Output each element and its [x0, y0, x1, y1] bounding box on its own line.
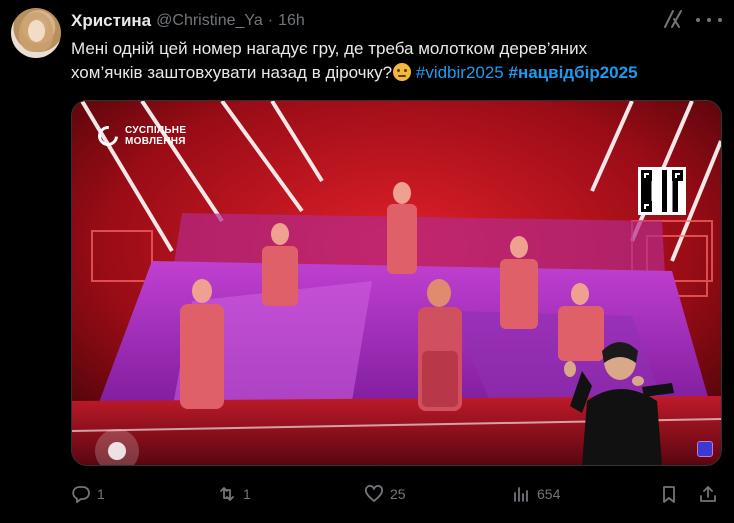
hashtag-natsvidbir[interactable]: #нацвідбір2025 [509, 63, 638, 82]
like-count: 25 [390, 486, 406, 502]
tweet-header: Христина @Christine_Ya · 16h [71, 10, 305, 32]
heart-icon [365, 485, 383, 502]
avatar-face [28, 20, 45, 42]
more-dot [696, 18, 700, 22]
tweet-text: Мені одній цей номер нагадує гру, де тре… [71, 37, 721, 85]
reply-button[interactable]: 1 [71, 480, 105, 508]
views-icon [514, 487, 528, 502]
repost-button[interactable]: 1 [217, 480, 251, 508]
thinking-face-icon [393, 63, 412, 81]
channel-badge-icon [697, 441, 713, 457]
broadcaster-logo: СУСПІЛЬНЕ МОВЛЕННЯ [93, 121, 187, 151]
author-name[interactable]: Христина [71, 11, 151, 31]
hashtag-vidbir[interactable]: #vidbir2025 [416, 63, 504, 82]
timestamp[interactable]: 16h [278, 12, 305, 30]
views-button[interactable]: 654 [511, 480, 560, 508]
logo-line1: СУСПІЛЬНЕ [125, 125, 187, 136]
broadcaster-logo-icon [93, 121, 123, 151]
more-options-icon[interactable] [696, 9, 722, 31]
views-count: 654 [537, 486, 561, 502]
like-button[interactable]: 25 [364, 480, 406, 508]
separator-dot: · [267, 12, 274, 29]
tweet-media-image[interactable]: СУСПІЛЬНЕ МОВЛЕННЯ [71, 100, 722, 466]
repost-count: 1 [243, 486, 251, 502]
tweet-text-line1: Мені одній цей номер нагадує гру, де тре… [71, 39, 588, 58]
tweet-text-line2: хом’ячків заштовхувати назад в дірочку? [71, 63, 393, 82]
reply-icon [72, 486, 90, 503]
share-button[interactable] [698, 480, 718, 508]
logo-line2: МОВЛЕННЯ [125, 136, 186, 147]
reply-count: 1 [97, 486, 105, 502]
action-bar: 1 1 25 654 [71, 480, 721, 508]
bookmark-button[interactable] [659, 480, 679, 508]
more-dot [707, 18, 711, 22]
bookmark-icon [663, 486, 675, 503]
stage-scene [72, 101, 721, 465]
more-dot [718, 18, 722, 22]
repost-icon [220, 487, 234, 501]
author-handle[interactable]: @Christine_Ya [156, 12, 263, 30]
qr-code [638, 167, 686, 215]
share-icon [700, 486, 716, 502]
avatar[interactable] [11, 8, 61, 58]
tweet[interactable]: Христина @Christine_Ya · 16h Мені одній … [0, 0, 734, 523]
grok-icon[interactable] [662, 8, 684, 30]
